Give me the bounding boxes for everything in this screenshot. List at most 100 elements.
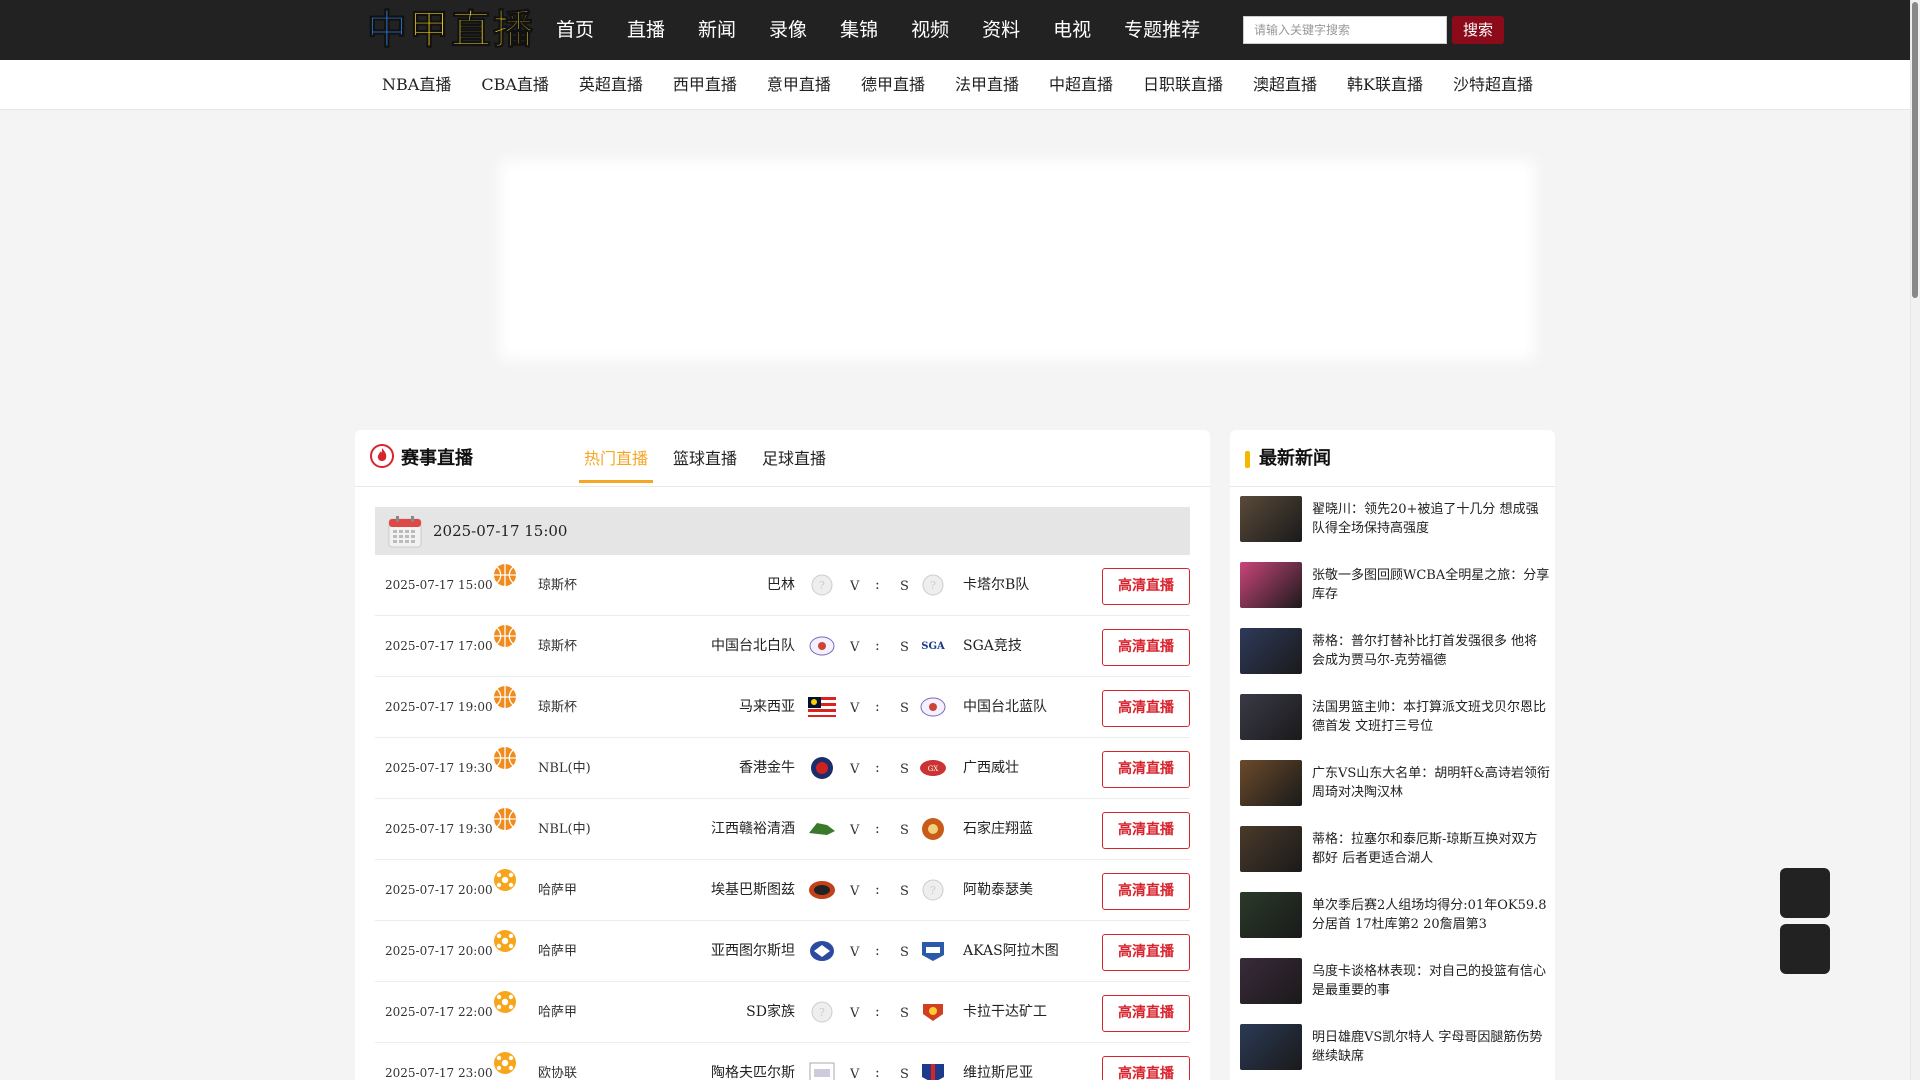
subnav-item-seriea[interactable]: 意甲直播 xyxy=(767,60,831,110)
match-league[interactable]: 哈萨甲 xyxy=(538,982,577,1043)
home-team-name[interactable]: SD家族 xyxy=(746,982,795,1043)
away-team-logo-icon[interactable] xyxy=(918,817,948,841)
news-headline[interactable]: 法国男篮主帅：本打算派文班戈贝尔恩比德首发 文班打三号位 xyxy=(1312,698,1550,736)
hd-live-button[interactable]: 高清直播 xyxy=(1102,873,1190,910)
home-team-logo-icon[interactable] xyxy=(807,634,837,658)
home-team-name[interactable]: 江西赣裕清酒 xyxy=(711,799,795,860)
home-team-logo-icon[interactable] xyxy=(807,817,837,841)
nav-home[interactable]: 首页 xyxy=(556,0,594,60)
hd-live-button[interactable]: 高清直播 xyxy=(1102,934,1190,971)
home-team-logo-icon[interactable]: ? xyxy=(807,573,837,597)
match-row[interactable]: 2025-07-17 20:00 哈萨甲 亚西图尔斯坦 V: S AKAS阿拉木图 高清直播 xyxy=(375,921,1190,982)
news-item[interactable]: 广东VS山东大名单：胡明轩&高诗岩领衔 周琦对决陶汉林 xyxy=(1240,760,1550,826)
news-thumbnail[interactable] xyxy=(1240,562,1302,608)
away-team-logo-icon[interactable]: SGA xyxy=(918,634,948,658)
search-button[interactable]: 搜索 xyxy=(1452,16,1504,44)
news-thumbnail[interactable] xyxy=(1240,694,1302,740)
match-row[interactable]: 2025-07-17 23:00 欧协联 陶格夫匹尔斯 V: S 维拉斯尼亚 高清直播 xyxy=(375,1043,1190,1080)
match-league[interactable]: 哈萨甲 xyxy=(538,921,577,982)
subnav-item-aleague[interactable]: 澳超直播 xyxy=(1253,60,1317,110)
home-team-name[interactable]: 中国台北白队 xyxy=(711,616,795,677)
tab-hot-live[interactable]: 热门直播 xyxy=(579,435,654,483)
news-thumbnail[interactable] xyxy=(1240,1024,1302,1070)
away-team-name[interactable]: 中国台北蓝队 xyxy=(963,677,1047,738)
home-team-logo-icon[interactable]: ? xyxy=(807,1000,837,1024)
home-team-name[interactable]: 埃基巴斯图兹 xyxy=(711,860,795,921)
news-item[interactable]: 乌度卡谈格林表现：对自己的投篮有信心是最重要的事 xyxy=(1240,958,1550,1024)
nav-news[interactable]: 新闻 xyxy=(698,0,736,60)
news-headline[interactable]: 张敬一多图回顾WCBA全明星之旅：分享库存 xyxy=(1312,566,1550,604)
away-team-name[interactable]: 广西威壮 xyxy=(963,738,1019,799)
match-row[interactable]: 2025-07-17 22:00 哈萨甲 SD家族? V: S 卡拉干达矿工 高清直播 xyxy=(375,982,1190,1043)
scrollbar-thumb[interactable] xyxy=(1912,2,1918,298)
news-item[interactable]: 张敬一多图回顾WCBA全明星之旅：分享库存 xyxy=(1240,562,1550,628)
subnav-item-bundesliga[interactable]: 德甲直播 xyxy=(861,60,925,110)
match-row[interactable]: 2025-07-17 19:30 NBL(中) 香港金牛 V: S GX 广西威壮 高清直播 xyxy=(375,738,1190,799)
hd-live-button[interactable]: 高清直播 xyxy=(1102,995,1190,1032)
match-row[interactable]: 2025-07-17 17:00 琼斯杯 中国台北白队 V: S SGA SGA竞技 高清直播 xyxy=(375,616,1190,677)
home-team-name[interactable]: 陶格夫匹尔斯 xyxy=(711,1043,795,1080)
away-team-name[interactable]: 维拉斯尼亚 xyxy=(963,1043,1033,1080)
home-team-logo-icon[interactable] xyxy=(807,695,837,719)
away-team-name[interactable]: 卡塔尔B队 xyxy=(963,555,1029,616)
away-team-logo-icon[interactable] xyxy=(918,695,948,719)
subnav-item-laliga[interactable]: 西甲直播 xyxy=(673,60,737,110)
home-team-logo-icon[interactable] xyxy=(807,756,837,780)
subnav-item-cba[interactable]: CBA直播 xyxy=(481,60,549,110)
away-team-logo-icon[interactable] xyxy=(918,939,948,963)
away-team-name[interactable]: AKAS阿拉木图 xyxy=(963,921,1059,982)
float-button-bottom[interactable] xyxy=(1780,924,1830,974)
away-team-name[interactable]: SGA竞技 xyxy=(963,616,1022,677)
news-headline[interactable]: 蒂格：普尔打替补比打首发强很多 他将会成为贾马尔-克劳福德 xyxy=(1312,632,1550,670)
nav-live[interactable]: 直播 xyxy=(627,0,665,60)
subnav-item-saudi[interactable]: 沙特超直播 xyxy=(1453,60,1533,110)
match-league[interactable]: 欧协联 xyxy=(538,1043,577,1080)
match-league[interactable]: 琼斯杯 xyxy=(538,555,577,616)
away-team-logo-icon[interactable]: ? xyxy=(918,878,948,902)
away-team-name[interactable]: 石家庄翔蓝 xyxy=(963,799,1033,860)
subnav-item-ligue1[interactable]: 法甲直播 xyxy=(955,60,1019,110)
match-league[interactable]: 哈萨甲 xyxy=(538,860,577,921)
match-league[interactable]: 琼斯杯 xyxy=(538,677,577,738)
news-headline[interactable]: 翟晓川：领先20+被追了十几分 想成强队得全场保持高强度 xyxy=(1312,500,1550,538)
news-item[interactable]: 明日雄鹿VS凯尔特人 字母哥因腿筋伤势继续缺席 xyxy=(1240,1024,1550,1080)
news-headline[interactable]: 单次季后赛2人组场均得分:01年OK59.8分居首 17杜库第2 20詹眉第3 xyxy=(1312,896,1550,934)
nav-replay[interactable]: 录像 xyxy=(769,0,807,60)
hd-live-button[interactable]: 高清直播 xyxy=(1102,690,1190,727)
home-team-logo-icon[interactable] xyxy=(807,878,837,902)
nav-tv[interactable]: 电视 xyxy=(1053,0,1091,60)
home-team-name[interactable]: 巴林 xyxy=(767,555,795,616)
away-team-name[interactable]: 卡拉干达矿工 xyxy=(963,982,1047,1043)
news-thumbnail[interactable] xyxy=(1240,826,1302,872)
hd-live-button[interactable]: 高清直播 xyxy=(1102,751,1190,788)
nav-topics[interactable]: 专题推荐 xyxy=(1124,0,1200,60)
nav-video[interactable]: 视频 xyxy=(911,0,949,60)
news-item[interactable]: 法国男篮主帅：本打算派文班戈贝尔恩比德首发 文班打三号位 xyxy=(1240,694,1550,760)
tab-football-live[interactable]: 足球直播 xyxy=(757,435,831,483)
away-team-name[interactable]: 阿勒泰瑟美 xyxy=(963,860,1033,921)
home-team-name[interactable]: 香港金牛 xyxy=(739,738,795,799)
float-button-top[interactable] xyxy=(1780,868,1830,918)
home-team-logo-icon[interactable] xyxy=(807,1061,837,1080)
site-logo[interactable]: 中 甲 直 播 xyxy=(367,7,547,54)
news-headline[interactable]: 广东VS山东大名单：胡明轩&高诗岩领衔 周琦对决陶汉林 xyxy=(1312,764,1550,802)
news-thumbnail[interactable] xyxy=(1240,496,1302,542)
subnav-item-csl[interactable]: 中超直播 xyxy=(1049,60,1113,110)
news-thumbnail[interactable] xyxy=(1240,760,1302,806)
away-team-logo-icon[interactable]: GX xyxy=(918,756,948,780)
match-league[interactable]: NBL(中) xyxy=(538,799,591,860)
news-item[interactable]: 蒂格：普尔打替补比打首发强很多 他将会成为贾马尔-克劳福德 xyxy=(1240,628,1550,694)
away-team-logo-icon[interactable] xyxy=(918,1061,948,1080)
away-team-logo-icon[interactable] xyxy=(918,1000,948,1024)
nav-data[interactable]: 资料 xyxy=(982,0,1020,60)
news-thumbnail[interactable] xyxy=(1240,958,1302,1004)
news-headline[interactable]: 明日雄鹿VS凯尔特人 字母哥因腿筋伤势继续缺席 xyxy=(1312,1028,1550,1066)
away-team-logo-icon[interactable]: ? xyxy=(918,573,948,597)
hd-live-button[interactable]: 高清直播 xyxy=(1102,1056,1190,1080)
subnav-item-kleague[interactable]: 韩K联直播 xyxy=(1347,60,1423,110)
news-headline[interactable]: 乌度卡谈格林表现：对自己的投篮有信心是最重要的事 xyxy=(1312,962,1550,1000)
hd-live-button[interactable]: 高清直播 xyxy=(1102,568,1190,605)
news-item[interactable]: 翟晓川：领先20+被追了十几分 想成强队得全场保持高强度 xyxy=(1240,496,1550,562)
home-team-name[interactable]: 马来西亚 xyxy=(739,677,795,738)
hd-live-button[interactable]: 高清直播 xyxy=(1102,629,1190,666)
